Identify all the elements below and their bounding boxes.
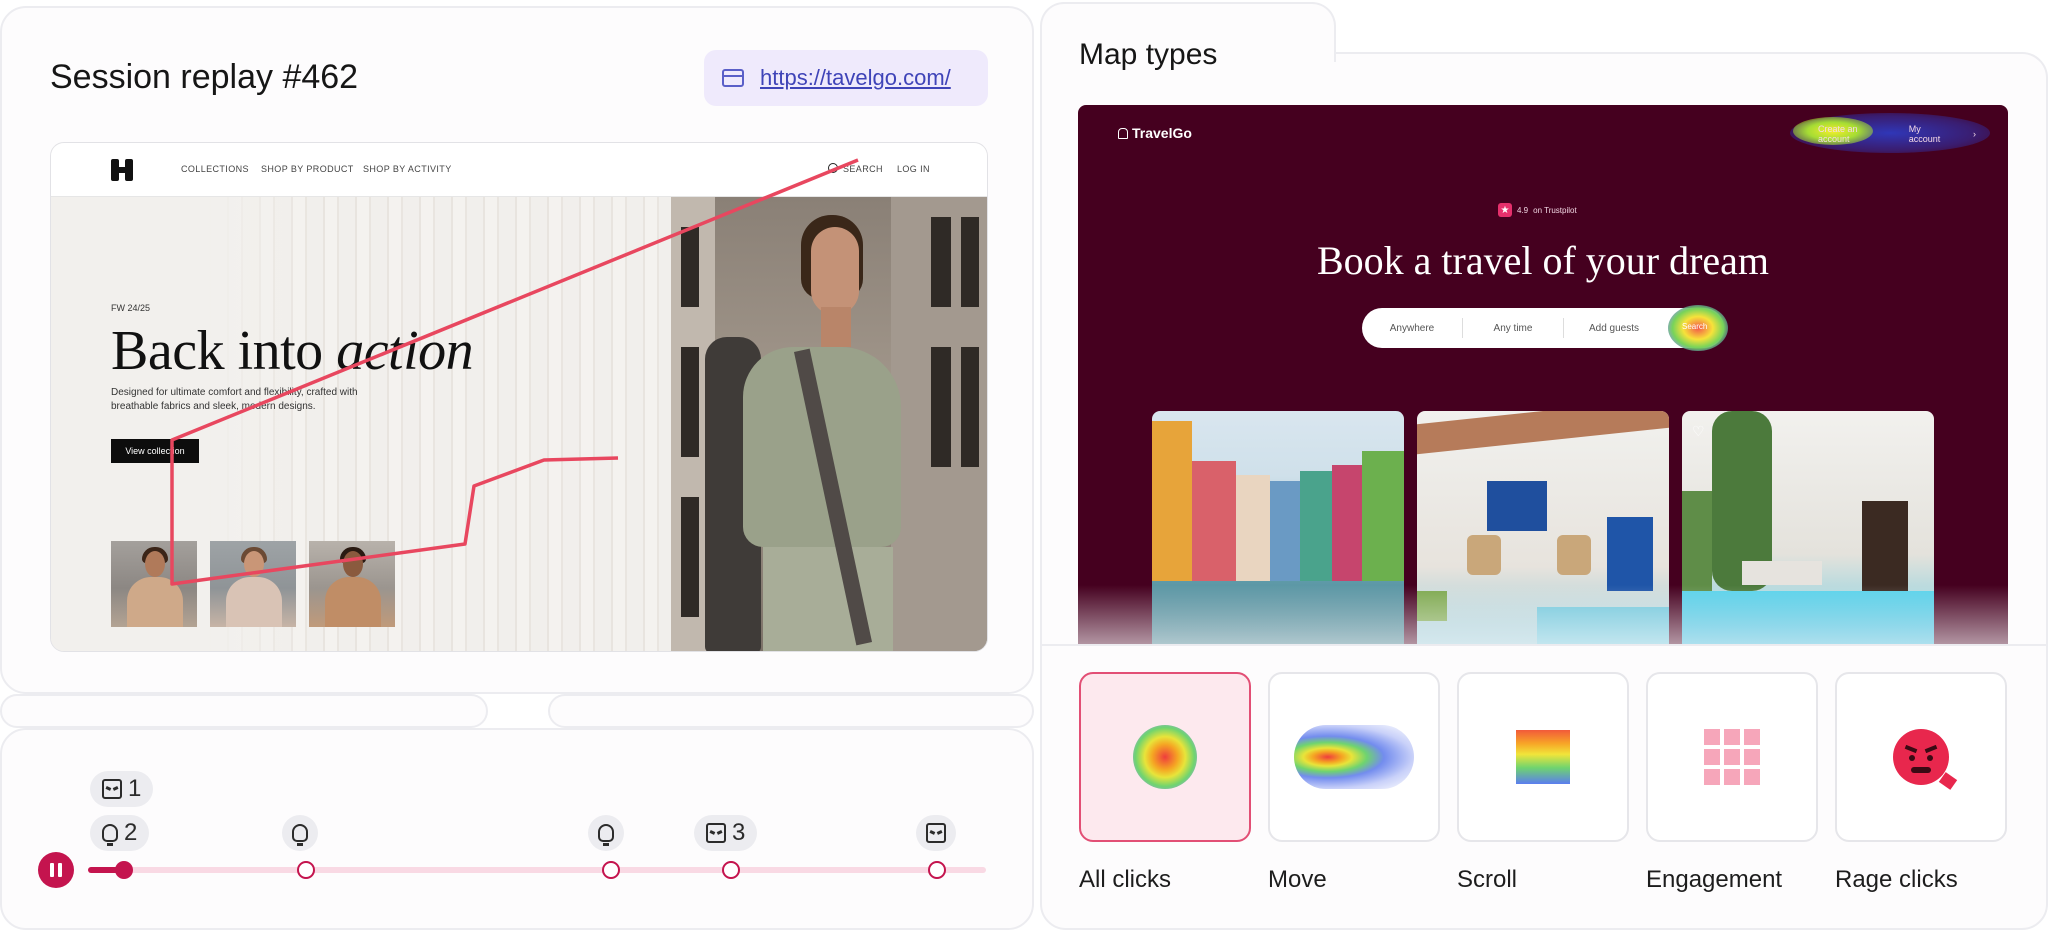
map-type-label: Move: [1268, 866, 1327, 893]
site-nav-collections: COLLECTIONS: [181, 164, 249, 174]
search-field-anywhere: Anywhere: [1389, 322, 1435, 334]
heatmap-site-preview: TravelGo Create an account My account › …: [1078, 105, 2008, 645]
search-button-label: Search: [1682, 322, 1708, 331]
marker-count: 1: [128, 775, 142, 802]
replay-timeline-card: [0, 728, 1034, 930]
timeline-event-dot[interactable]: [928, 861, 946, 879]
hero-view-collection-button: View collection: [111, 439, 199, 463]
click-heatmap-icon: [1133, 725, 1197, 789]
rating-value: 4.9: [1517, 205, 1529, 215]
product-thumbnail: [210, 541, 296, 627]
site-nav-shop-by-product: SHOP BY PRODUCT: [261, 164, 354, 174]
insight-bulb-icon: [102, 824, 118, 846]
travel-nav-account-links: Create an account My account ›: [1798, 121, 1976, 147]
url-chip[interactable]: https://tavelgo.com/: [704, 50, 988, 106]
map-type-engagement[interactable]: [1646, 672, 1818, 842]
session-replay-title: Session replay #462: [50, 58, 359, 96]
pause-button[interactable]: [38, 852, 74, 888]
insight-bulb-icon: [292, 824, 308, 846]
rage-click-icon: [102, 779, 122, 799]
travel-headline: Book a travel of your dream: [1316, 238, 1770, 283]
nav-create-account: Create an account: [1818, 124, 1858, 144]
timeline-event-dot[interactable]: [297, 861, 315, 879]
travelgo-logo: TravelGo: [1118, 125, 1192, 141]
map-type-all-clicks[interactable]: [1079, 672, 1251, 842]
hero-title-italic: action: [336, 320, 474, 382]
map-type-label: All clicks: [1079, 866, 1172, 893]
session-replay-card: Session replay #462 https://tavelgo.com/…: [0, 6, 1034, 694]
product-thumbnail: [111, 541, 197, 627]
timeline-scrubber-handle[interactable]: [115, 861, 133, 879]
timeline-marker-rage-clicks[interactable]: 1: [90, 771, 154, 807]
map-type-move[interactable]: [1268, 672, 1440, 842]
site-navbar: COLLECTIONS SHOP BY PRODUCT SHOP BY ACTI…: [51, 143, 987, 197]
site-search-icon: [828, 163, 838, 173]
site-nav-login: LOG IN: [897, 164, 930, 174]
timeline-marker-rage-clicks[interactable]: [916, 815, 956, 851]
map-type-scroll[interactable]: [1457, 672, 1629, 842]
timeline-marker-insights[interactable]: 2: [90, 815, 150, 851]
rage-click-icon: [926, 823, 946, 843]
favorite-heart-icon: ♡: [1692, 423, 1705, 439]
preview-fade: [1078, 585, 2008, 645]
map-options-divider: [1040, 644, 2048, 646]
hero-title-plain: Back into: [111, 320, 337, 382]
panel-tab-right: [548, 694, 1034, 728]
timeline-marker-insight[interactable]: [282, 815, 318, 851]
timeline-event-dot[interactable]: [602, 861, 620, 879]
star-icon: ★: [1498, 203, 1512, 217]
hero-model-photo: [671, 197, 987, 651]
timeline-event-dot[interactable]: [722, 861, 740, 879]
angry-face-icon: [1893, 729, 1958, 790]
map-type-rage-clicks[interactable]: [1835, 672, 2007, 842]
move-heatmap-icon: [1294, 725, 1414, 789]
map-type-label: Engagement: [1646, 866, 1783, 893]
map-type-label: Scroll: [1457, 866, 1518, 893]
rating-source: on Trustpilot: [1533, 205, 1577, 215]
site-logo-icon: [111, 159, 133, 181]
nav-chevron-icon: ›: [1973, 129, 1976, 139]
search-field-any-time: Any time: [1493, 322, 1533, 334]
engagement-grid-icon: [1704, 729, 1760, 785]
hero-title: Back into action: [111, 319, 474, 383]
rage-click-icon: [706, 823, 726, 843]
timeline-track[interactable]: [88, 867, 986, 873]
panel-tab-left: [0, 694, 488, 728]
marker-count: 3: [732, 819, 746, 846]
map-type-label: Rage clicks: [1835, 866, 1958, 893]
marker-count: 2: [124, 819, 138, 846]
site-nav-search: SEARCH: [843, 164, 883, 174]
insight-bulb-icon: [598, 824, 614, 846]
site-nav-shop-by-activity: SHOP BY ACTIVITY: [363, 164, 452, 174]
map-types-title: Map types: [1079, 38, 1218, 71]
product-thumbnail: [309, 541, 395, 627]
search-field-add-guests: Add guests: [1588, 322, 1640, 334]
session-url-link[interactable]: https://tavelgo.com/: [760, 65, 951, 91]
trustpilot-badge: ★ 4.9 on Trustpilot: [1498, 203, 1577, 217]
hero-description: Designed for ultimate comfort and flexib…: [111, 387, 358, 412]
hero-season-label: FW 24/25: [111, 303, 151, 313]
replay-site-preview: COLLECTIONS SHOP BY PRODUCT SHOP BY ACTI…: [50, 142, 988, 652]
nav-my-account: My account: [1908, 124, 1941, 144]
browser-window-icon: [722, 69, 744, 87]
timeline-marker-rage-clicks[interactable]: 3: [694, 815, 758, 851]
scroll-heatmap-icon: [1516, 730, 1570, 784]
timeline-marker-insight[interactable]: [588, 815, 624, 851]
